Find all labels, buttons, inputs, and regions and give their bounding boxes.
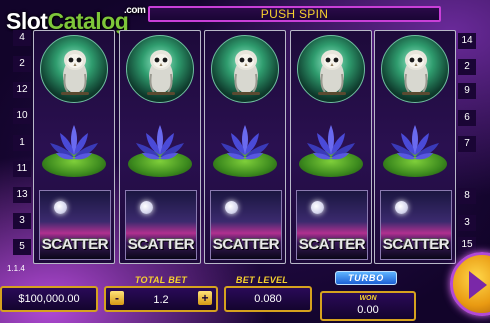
increase-bet-button[interactable]: + — [198, 291, 212, 305]
moon-icon — [140, 201, 153, 214]
scatter-label: SCATTER — [127, 236, 195, 253]
play-arrow-icon — [469, 271, 487, 299]
win-value: 0.00 — [357, 304, 379, 316]
total-bet-value: 1.2 — [153, 294, 169, 306]
scatter-card: SCATTER — [380, 190, 452, 260]
payline-marker[interactable]: 8 — [458, 188, 476, 204]
scatter-label: SCATTER — [382, 236, 450, 253]
win-label: WON — [359, 295, 377, 302]
lotus-symbol — [34, 109, 114, 185]
payline-marker[interactable]: 2 — [458, 59, 476, 75]
total-bet-label: TOTAL BET — [134, 275, 188, 285]
owl-symbol — [375, 31, 455, 107]
lotus-icon — [299, 119, 363, 169]
payline-marker[interactable]: 7 — [458, 136, 476, 152]
payline-marker[interactable]: 6 — [458, 110, 476, 126]
turbo-button[interactable]: TURBO — [335, 271, 397, 285]
total-bet-stepper: - 1.2 + — [104, 286, 218, 312]
lotus-icon — [383, 119, 447, 169]
moon-icon — [395, 201, 408, 214]
owl-icon — [381, 35, 449, 103]
payline-marker[interactable]: 3 — [13, 213, 31, 229]
lotus-icon — [42, 119, 106, 169]
scatter-card: SCATTER — [125, 190, 197, 260]
reel-area: SCATTER SCATTER SCATTER SCATTER SCATTER — [33, 30, 458, 264]
lotus-icon — [128, 119, 192, 169]
scatter-symbol: SCATTER — [375, 187, 455, 263]
moon-icon — [311, 201, 324, 214]
scatter-card: SCATTER — [296, 190, 368, 260]
reel-4: SCATTER — [290, 30, 372, 264]
owl-icon — [40, 35, 108, 103]
lotus-symbol — [120, 109, 200, 185]
payline-marker[interactable]: 2 — [13, 56, 31, 72]
owl-symbol — [34, 31, 114, 107]
payline-marker[interactable]: 14 — [458, 33, 476, 49]
scatter-symbol: SCATTER — [34, 187, 114, 263]
payline-marker[interactable]: 4 — [13, 30, 31, 46]
scatter-card: SCATTER — [39, 190, 111, 260]
reel-1: SCATTER — [33, 30, 115, 264]
lotus-symbol — [205, 109, 285, 185]
owl-icon — [211, 35, 279, 103]
payline-marker[interactable]: 3 — [458, 215, 476, 231]
scatter-label: SCATTER — [212, 236, 280, 253]
owl-symbol — [291, 31, 371, 107]
message-bar: PUSH SPIN — [148, 6, 441, 22]
decrease-bet-button[interactable]: - — [110, 291, 124, 305]
lotus-icon — [213, 119, 277, 169]
moon-icon — [54, 201, 67, 214]
scatter-card: SCATTER — [210, 190, 282, 260]
owl-symbol — [120, 31, 200, 107]
bet-level-display[interactable]: 0.080 — [224, 286, 312, 312]
bet-level-label: BET LEVEL — [235, 275, 289, 285]
payline-marker[interactable]: 10 — [13, 108, 31, 124]
payline-marker[interactable]: 5 — [13, 239, 31, 255]
scatter-label: SCATTER — [41, 236, 109, 253]
scatter-symbol: SCATTER — [205, 187, 285, 263]
payline-marker[interactable]: 13 — [13, 187, 31, 203]
balance-display: $100,000.00 — [0, 286, 98, 312]
reel-2: SCATTER — [119, 30, 201, 264]
payline-marker[interactable]: 1 — [13, 135, 31, 151]
version-label: 1.1.4 — [7, 264, 25, 273]
owl-icon — [126, 35, 194, 103]
payline-marker[interactable]: 11 — [13, 161, 31, 177]
payline-marker[interactable]: 12 — [13, 82, 31, 98]
owl-icon — [297, 35, 365, 103]
owl-symbol — [205, 31, 285, 107]
win-display: WON 0.00 — [320, 291, 416, 321]
reel-5: SCATTER — [374, 30, 456, 264]
scatter-symbol: SCATTER — [120, 187, 200, 263]
reel-3: SCATTER — [204, 30, 286, 264]
scatter-label: SCATTER — [298, 236, 366, 253]
lotus-symbol — [375, 109, 455, 185]
payline-marker[interactable]: 15 — [458, 237, 476, 253]
lotus-symbol — [291, 109, 371, 185]
payline-marker[interactable]: 9 — [458, 83, 476, 99]
scatter-symbol: SCATTER — [291, 187, 371, 263]
moon-icon — [225, 201, 238, 214]
